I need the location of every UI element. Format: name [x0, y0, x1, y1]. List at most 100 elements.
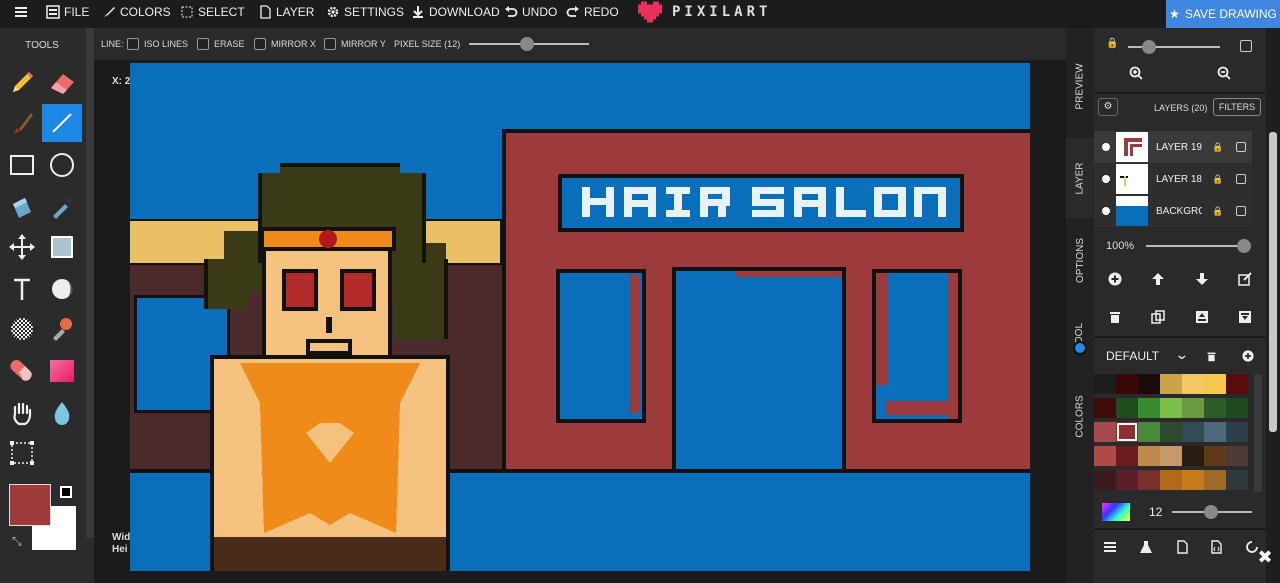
palette-swatch[interactable] — [1226, 470, 1248, 490]
preview-lock-icon[interactable]: 🔒 — [1106, 38, 1118, 49]
palette-swatch[interactable] — [1094, 422, 1116, 442]
palette-swatch[interactable] — [1182, 374, 1204, 394]
palette-swatch[interactable] — [1138, 470, 1160, 490]
layer-opacity-slider-knob[interactable] — [1237, 239, 1251, 253]
tab-tool[interactable]: TOOL — [1066, 306, 1094, 366]
merge-up-button[interactable] — [1190, 306, 1214, 328]
merge-down-button[interactable] — [1233, 306, 1257, 328]
tab-preview[interactable]: PREVIEW — [1066, 46, 1094, 126]
flask-button[interactable] — [1134, 536, 1158, 558]
redo-button[interactable]: REDO — [566, 0, 619, 24]
iso-lines-checkbox[interactable] — [127, 38, 139, 50]
palette-swatch[interactable] — [1182, 470, 1204, 490]
palette-swatch[interactable] — [1204, 446, 1226, 466]
text-tool[interactable] — [2, 270, 42, 308]
move-layer-up-button[interactable] — [1146, 268, 1170, 290]
palette-swatch[interactable] — [1160, 422, 1182, 442]
eraser-tool[interactable] — [42, 64, 82, 102]
layer-row[interactable]: BACKGROUND 🔒 — [1094, 195, 1252, 227]
color-picker-icon[interactable] — [1102, 503, 1130, 521]
hand-tool[interactable] — [2, 394, 42, 432]
add-palette-button[interactable] — [1236, 345, 1260, 367]
palette-swatch[interactable] — [1116, 446, 1138, 466]
delete-layer-button[interactable] — [1103, 306, 1127, 328]
menu-download[interactable]: DOWNLOAD — [411, 0, 500, 24]
mirror-y-checkbox[interactable] — [324, 38, 336, 50]
pixel-size-slider-knob[interactable] — [520, 37, 534, 51]
palette-swatch[interactable] — [1226, 374, 1248, 394]
hamburger-menu-icon[interactable] — [14, 0, 28, 24]
close-icon[interactable]: ✖ — [1254, 547, 1276, 569]
menu-settings[interactable]: SETTINGS — [326, 0, 404, 24]
preview-zoom-slider-knob[interactable] — [1142, 40, 1156, 54]
menu-select[interactable]: SELECT — [180, 0, 245, 24]
mirror-y-option[interactable]: MIRROR Y — [324, 28, 386, 60]
palette-swatch[interactable] — [1160, 470, 1182, 490]
palette-swatch[interactable] — [1138, 422, 1160, 442]
tools-scrollbar[interactable] — [86, 28, 94, 538]
palette-swatch[interactable] — [1094, 470, 1116, 490]
add-layer-button[interactable] — [1103, 268, 1127, 290]
eye-icon[interactable] — [1102, 175, 1110, 183]
tab-layer[interactable]: LAYER — [1066, 138, 1094, 218]
layer-opacity-slider[interactable] — [1146, 245, 1246, 247]
palette-scrollbar[interactable] — [1254, 374, 1262, 492]
palette-name[interactable]: DEFAULT — [1106, 349, 1159, 363]
list-button[interactable] — [1098, 536, 1122, 558]
eye-icon[interactable] — [1102, 207, 1110, 215]
layer-checkbox[interactable] — [1236, 174, 1246, 184]
right-panel-scrollbar[interactable] — [1266, 28, 1280, 583]
palette-swatch[interactable] — [1204, 470, 1226, 490]
eye-icon[interactable] — [1102, 143, 1110, 151]
erase-option[interactable]: ERASE — [197, 28, 245, 60]
save-drawing-button[interactable]: ★ SAVE DRAWING — [1166, 0, 1280, 28]
shape-eraser-tool[interactable] — [2, 352, 42, 390]
layer-row[interactable]: LAYER 18 🔒 — [1094, 163, 1252, 195]
layer-lock-icon[interactable]: 🔒 — [1212, 206, 1223, 216]
palette-swatch[interactable] — [1094, 446, 1116, 466]
erase-checkbox[interactable] — [197, 38, 209, 50]
eyedropper-tool[interactable] — [42, 188, 82, 226]
circle-tool[interactable] — [42, 146, 82, 184]
palette-swatch[interactable] — [1204, 422, 1226, 442]
zoom-in-button[interactable] — [1124, 62, 1148, 84]
palette-swatch[interactable] — [1138, 374, 1160, 394]
move-layer-down-button[interactable] — [1190, 268, 1214, 290]
palette-swatch[interactable] — [1094, 398, 1116, 418]
palette-swatch[interactable] — [1138, 398, 1160, 418]
mirror-x-option[interactable]: MIRROR X — [254, 28, 316, 60]
palette-swatch[interactable] — [1116, 374, 1138, 394]
palette-swatch[interactable] — [1204, 398, 1226, 418]
stamp-tool[interactable] — [42, 310, 82, 348]
palette-swatch[interactable] — [1160, 446, 1182, 466]
edit-layer-button[interactable] — [1233, 268, 1257, 290]
preview-toggle-checkbox[interactable] — [1240, 40, 1252, 52]
layer-settings-button[interactable]: ⚙ — [1098, 98, 1118, 116]
tab-options[interactable]: OPTIONS — [1066, 220, 1094, 300]
chevron-down-icon[interactable]: ⌄ — [1174, 346, 1189, 363]
delete-palette-button[interactable] — [1199, 345, 1223, 367]
line-tool[interactable] — [42, 104, 82, 142]
layer-lock-icon[interactable]: 🔒 — [1212, 142, 1223, 152]
palette-swatch[interactable] — [1182, 446, 1204, 466]
menu-file[interactable]: FILE — [46, 0, 89, 24]
zoom-out-button[interactable] — [1212, 62, 1236, 84]
palette-swatch[interactable] — [1226, 446, 1248, 466]
mirror-x-checkbox[interactable] — [254, 38, 266, 50]
palette-swatch[interactable] — [1226, 398, 1248, 418]
duplicate-layer-button[interactable] — [1146, 306, 1170, 328]
palette-swatch[interactable] — [1160, 374, 1182, 394]
document-button[interactable] — [1170, 536, 1194, 558]
rectangle-tool[interactable] — [2, 146, 42, 184]
palette-swatch[interactable] — [1226, 422, 1248, 442]
brush-tool[interactable] — [2, 104, 42, 142]
brush-size-slider-knob[interactable] — [1204, 505, 1218, 519]
pencil-tool[interactable] — [2, 64, 42, 102]
pixel-art-canvas[interactable] — [130, 63, 1030, 571]
filters-button[interactable]: FILTERS — [1213, 98, 1261, 116]
palette-swatch[interactable] — [1182, 398, 1204, 418]
palette-swatch[interactable] — [1116, 470, 1138, 490]
blur-tool[interactable] — [42, 394, 82, 432]
swap-colors-icon[interactable] — [60, 486, 72, 498]
palette-swatch[interactable] — [1094, 374, 1116, 394]
